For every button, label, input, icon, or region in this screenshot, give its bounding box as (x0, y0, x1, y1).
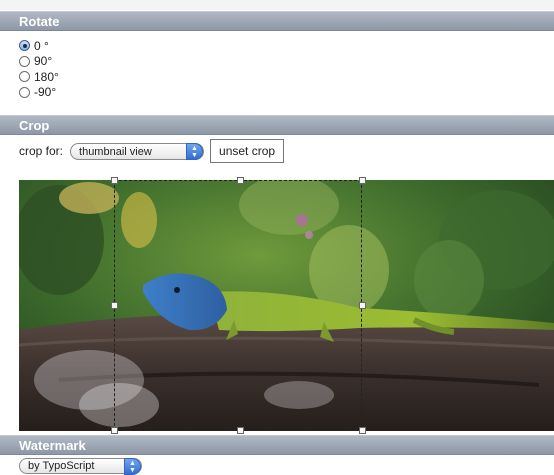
radio-button-minus90[interactable] (19, 86, 30, 98)
watermark-section-header: Watermark (0, 435, 554, 455)
crop-handle-bottom-left[interactable] (111, 427, 118, 434)
rotate-option-90[interactable]: 90° (19, 54, 59, 69)
watermark-controls: by TypoScript ▲ ▼ (19, 458, 142, 475)
rotate-option-minus90[interactable]: -90° (19, 85, 59, 100)
crop-handle-bottom[interactable] (237, 427, 244, 434)
crop-handle-top[interactable] (237, 177, 244, 184)
crop-for-select[interactable]: thumbnail view ▲ ▼ (70, 142, 205, 160)
crop-controls: crop for: thumbnail view ▲ ▼ unset crop (19, 139, 285, 163)
radio-button-180[interactable] (19, 71, 30, 82)
watermark-select[interactable]: by TypoScript ▲ ▼ (19, 458, 142, 475)
crop-handle-top-left[interactable] (111, 177, 118, 184)
crop-handle-top-right[interactable] (359, 177, 366, 184)
crop-for-label: crop for: (19, 144, 64, 158)
crop-handle-bottom-right[interactable] (359, 427, 366, 434)
top-strip (0, 0, 554, 10)
crop-handle-left[interactable] (111, 302, 118, 309)
watermark-select-value: by TypoScript (28, 460, 95, 472)
radio-button-90[interactable] (19, 55, 30, 67)
rotate-section-header: Rotate (0, 11, 554, 31)
crop-section-header: Crop (0, 115, 554, 135)
rotate-option-0[interactable]: 0 ° (19, 38, 59, 53)
select-arrows-icon: ▲ ▼ (186, 142, 204, 160)
unset-crop-button[interactable]: unset crop (210, 139, 285, 163)
rotate-option-180[interactable]: 180° (19, 69, 59, 84)
crop-for-select-value: thumbnail view (79, 145, 152, 158)
rotate-option-label: -90° (34, 85, 57, 99)
rotate-option-label: 0 ° (34, 38, 49, 53)
crop-handle-right[interactable] (359, 302, 366, 309)
rotate-option-label: 90° (34, 54, 53, 68)
select-arrows-icon: ▲ ▼ (124, 458, 141, 475)
rotate-option-label: 180° (34, 69, 59, 84)
radio-button-0[interactable] (19, 40, 30, 51)
crop-selection-box[interactable] (114, 180, 362, 431)
rotate-options: 0 ° 90° 180° -90° (19, 38, 59, 100)
